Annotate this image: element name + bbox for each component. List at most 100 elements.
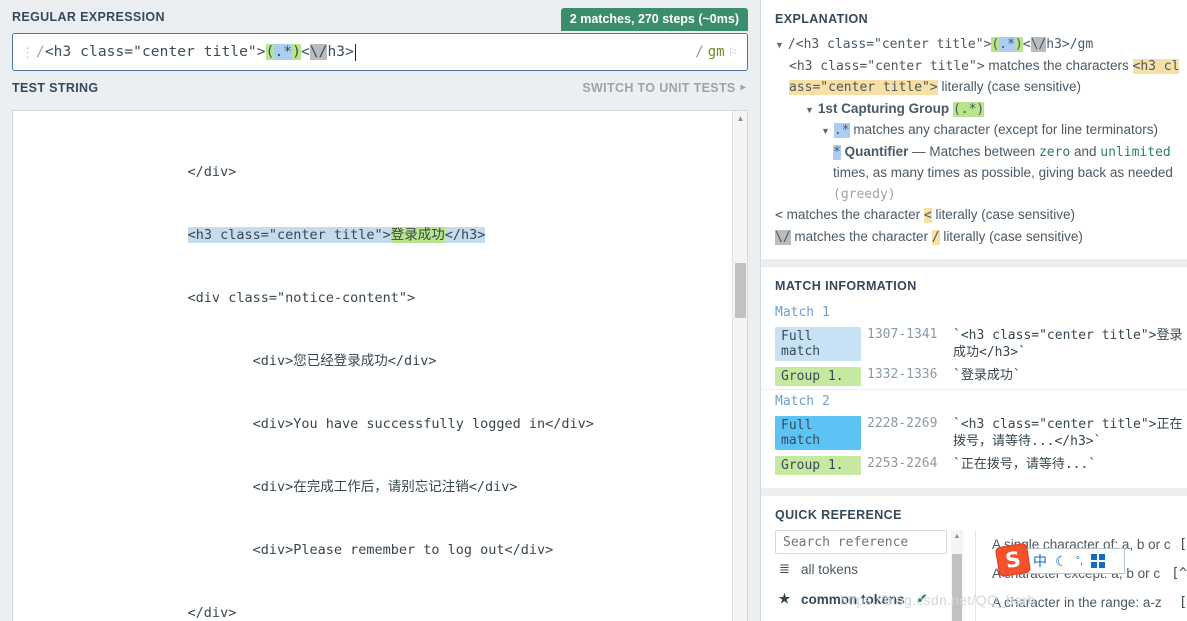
match-header: Match 1 [775,305,830,320]
chevron-right-icon: ▸ [740,82,746,93]
expl-group-close: ) [1014,37,1023,52]
match-information-panel: MATCH INFORMATION Match 1 Full match 130… [761,267,1187,496]
explanation-line-group[interactable]: ▼ 1st Capturing Group (.*) [775,99,1187,121]
explanation-line-literal-cont: ass="center title"> literally (case sens… [775,77,1187,99]
scroll-up-icon[interactable]: ▲ [733,111,747,126]
match-value: `登录成功` [953,368,1021,383]
expl-h3-close: h3> [1046,37,1070,52]
regex-group-open: ( [265,44,275,60]
text-caret [354,43,356,61]
explanation-body[interactable]: ▼/<h3 class="center title">(.*)<\/h3>/gm… [761,34,1187,259]
match-row[interactable]: Group 1. 1332-1336 `登录成功` [761,364,1187,389]
ime-toolbar[interactable]: S 中 ☾ °, [994,542,1125,578]
reference-item[interactable]: A character in the range: a-z [ [992,588,1187,617]
group-tag[interactable]: Group 1. [775,367,861,386]
collapse-triangle-icon[interactable]: ▼ [805,105,814,115]
drag-handle-icon: ⋮ [21,44,34,60]
code-line: <div>在完成工作后，请别忘记注销</div> [25,479,518,495]
match-full-prefix: <h3 class="center title"> [187,227,391,243]
explanation-line-quantifier-cont: times, as many times as possible, giving… [833,165,1173,180]
quick-reference-body: ▲ ≣ all tokens ★ common tokens ✔ ◉ ge [761,530,1187,621]
stack-icon: ≣ [779,561,790,576]
explanation-line-dotstar[interactable]: ▼ .* matches any character (except for li… [775,120,1187,142]
expl-quant-token: * [833,144,841,160]
left-column: REGULAR EXPRESSION 2 matches, 270 steps … [0,0,760,621]
expl-lt-token2: < [923,208,932,223]
collapse-triangle-icon[interactable]: ▼ [775,40,784,50]
expl-quant-dash: — Matches between [908,143,1039,159]
search-reference-input[interactable] [775,530,947,554]
match-row[interactable]: Full match 1307-1341 `<h3 class="center … [761,324,1187,364]
sogou-logo-icon[interactable]: S [994,542,1032,578]
full-match-tag[interactable]: Full match [775,327,861,361]
regex-h3-close: h3> [327,44,354,60]
right-column: EXPLANATION ▼/<h3 class="center title">(… [760,0,1187,621]
quick-reference-scrollbar[interactable]: ▲ [951,530,963,621]
match-value: `正在拨号，请等待...` [953,457,1097,472]
regex-input[interactable]: ⋮ / <h3 class="center title">(.*) < \/h3> /… [12,33,748,71]
match-row[interactable]: Full match 2228-2269 `<h3 class="center … [761,413,1187,453]
moon-icon[interactable]: ☾ [1055,554,1068,568]
match-value: `<h3 class="center title">正在拨号，请等待...</h… [953,417,1183,449]
expl-dotstar-text: matches any character (except for line t… [849,122,1158,137]
scrollbar-thumb[interactable] [735,263,746,318]
category-common-tokens[interactable]: ★ common tokens ✔ [775,584,975,614]
chinese-mode-icon[interactable]: 中 [1033,554,1047,568]
test-string-title: TEST STRING [12,80,99,95]
code-line-match-1: <h3 class="center title">登录成功</h3> [13,225,731,246]
match-group-text: 登录成功 [390,227,445,243]
match-value: `<h3 class="center title">登录成功</h3>` [953,328,1183,360]
quick-reference-title: QUICK REFERENCE [775,508,902,522]
expl-slash-token2: / [931,229,940,245]
match-header: Match 2 [775,394,830,409]
expl-lit-text: matches the characters [984,57,1133,73]
match-row[interactable]: Group 1. 2253-2264 `正在拨号，请等待...` [761,453,1187,478]
explanation-line-lt: < matches the character < literally (cas… [775,205,1187,227]
reference-item[interactable]: A character not in the range... [^ [992,617,1187,621]
regex-group-close: ) [292,44,301,60]
collapse-triangle-icon[interactable]: ▼ [821,126,830,136]
regex-section-title: REGULAR EXPRESSION [12,9,165,24]
switch-to-unit-tests-button[interactable]: SWITCH TO UNIT TESTS ▸ [582,81,746,95]
expl-quant-mid: and [1070,143,1101,159]
grid-icon[interactable] [1091,554,1106,568]
expl-quant-unlimited: unlimited [1100,144,1171,160]
punctuation-icon[interactable]: °, [1076,555,1083,567]
flag-icon[interactable]: ⚐ [729,44,737,60]
switch-label: SWITCH TO UNIT TESTS [582,80,736,95]
test-string-editor[interactable]: </div> <h3 class="center title">登录成功</h3… [12,110,748,621]
regex-dot-star: .* [274,44,293,60]
test-string-scrollbar[interactable]: ▲ [732,111,747,621]
expl-lt-text: matches the character [782,207,924,222]
explanation-line-quantifier: * Quantifier — Matches between zero and … [775,142,1187,164]
expl-lit-a: <h3 cl [1132,58,1180,74]
group-tag[interactable]: Group 1. [775,456,861,475]
category-label: common tokens [801,591,905,607]
explanation-title: EXPLANATION [775,12,869,26]
category-general-tokens[interactable]: ◉ general tokens [775,614,975,621]
expl-dot-star: .* [999,37,1015,52]
regex-lt: < [300,44,310,60]
explanation-line-greedy: (greedy) [775,184,1187,206]
reference-token: [ [1179,537,1187,552]
explanation-panel: EXPLANATION ▼/<h3 class="center title">(… [761,0,1187,267]
star-icon: ★ [778,591,791,606]
explanation-root-line[interactable]: ▼/<h3 class="center title">(.*)<\/h3>/gm [775,34,1187,56]
scroll-up-icon[interactable]: ▲ [951,530,963,542]
regex-code: / <h3 class="center title">(.*) < \/h3> [36,43,356,61]
full-match-tag[interactable]: Full match [775,416,861,450]
code-line: <div>您已经登录成功</div> [25,353,437,369]
expl-group-label: 1st Capturing Group [817,100,950,116]
match-information-title: MATCH INFORMATION [775,279,917,293]
reference-desc: A character in the range: a-z [992,595,1162,610]
regex-open-slash: / [36,44,45,60]
explanation-line-literal: <h3 class="center title"> matches the ch… [775,56,1187,78]
code-line: <div>Please remember to log out</div> [25,542,554,558]
code-line: </div> [25,164,237,180]
category-all-tokens[interactable]: ≣ all tokens [775,554,975,584]
scrollbar-thumb[interactable] [952,554,962,621]
regex-flags[interactable]: / gm ⚐ [695,44,737,60]
regex-literal-part: <h3 class="center title"> [44,44,266,60]
category-label: all tokens [801,561,859,577]
